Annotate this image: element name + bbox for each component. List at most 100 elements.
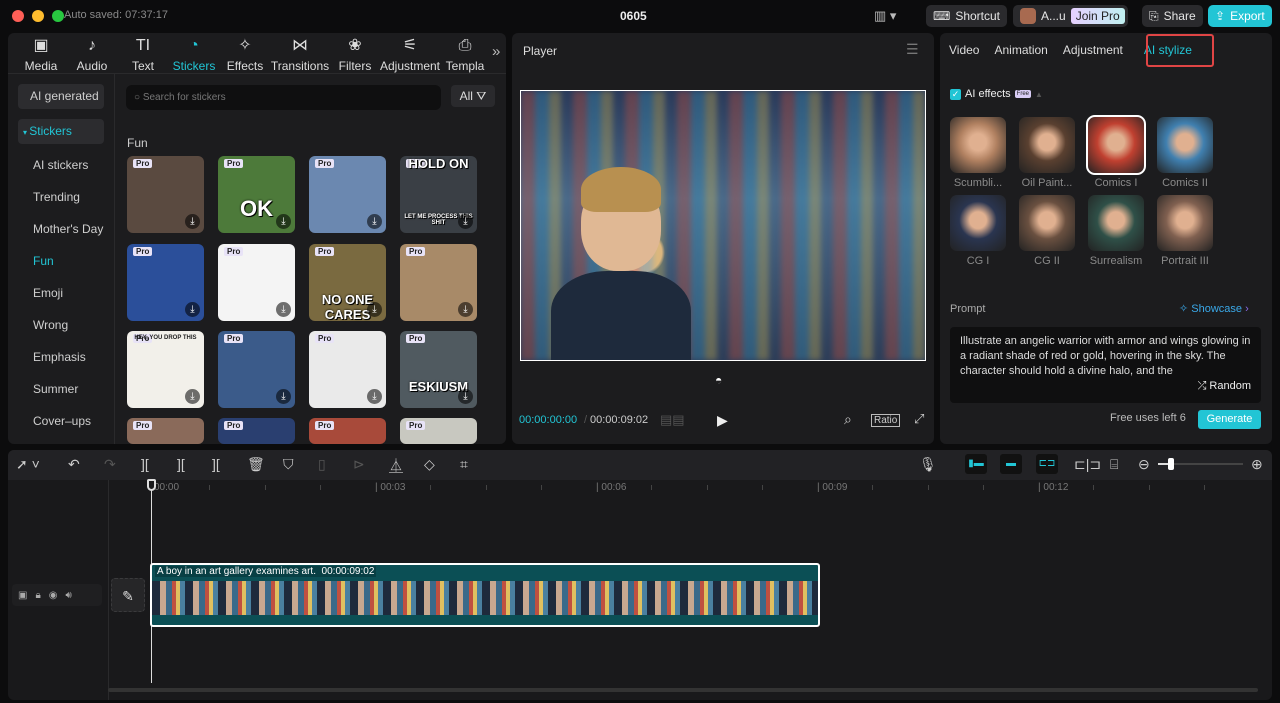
zoom-in-icon[interactable]: ⊕	[1251, 456, 1263, 473]
sidebar-item[interactable]: Emphasis	[18, 345, 104, 370]
join-pro-button[interactable]: Join Pro	[1070, 8, 1125, 24]
download-icon[interactable]: ⤓	[276, 389, 291, 404]
split-right-icon[interactable]: ][	[212, 456, 220, 472]
download-icon[interactable]: ⤓	[367, 389, 382, 404]
tab-animation[interactable]: Animation	[994, 43, 1058, 57]
close-window-button[interactable]	[12, 10, 24, 22]
ratio-button[interactable]: Ratio	[871, 414, 901, 427]
mirror-icon[interactable]: ⏅	[389, 456, 403, 476]
showcase-link[interactable]: ✧ Showcase ›	[1179, 302, 1249, 315]
download-icon[interactable]: ⤓	[367, 214, 382, 229]
sidebar-item[interactable]: Cover–ups	[18, 409, 104, 434]
download-icon[interactable]: ⤓	[367, 302, 382, 317]
effect-item[interactable]: CG II	[1019, 195, 1075, 267]
share-button[interactable]: ⎘ Share	[1142, 5, 1203, 27]
sticker-item[interactable]: Pro ⤓	[400, 244, 477, 321]
sidebar-item[interactable]: Summer	[18, 377, 104, 402]
menu-icon[interactable]: ☰	[906, 41, 919, 58]
sidebar-item[interactable]: Emoji	[18, 281, 104, 306]
playhead-handle[interactable]	[147, 479, 156, 491]
auto-snap-icon[interactable]: ▬	[1000, 454, 1022, 474]
edit-cover-button[interactable]: ✎	[111, 578, 145, 612]
sticker-item[interactable]: Pro ⤓	[218, 244, 295, 321]
filter-button[interactable]: All ⛛	[451, 85, 495, 107]
redo-icon[interactable]: ↷	[104, 456, 116, 473]
tab-adjustment[interactable]: Adjustment	[1063, 43, 1134, 57]
volume-icon[interactable]: 🔊︎	[66, 590, 72, 601]
sticker-item[interactable]: Pro ⤓	[127, 244, 204, 321]
play-button[interactable]: ▶	[717, 412, 728, 429]
ai-effects-checkbox[interactable]: ✓	[950, 88, 961, 100]
random-button[interactable]: ⤮ Random	[960, 379, 1251, 394]
reverse-icon[interactable]: ⊳	[353, 456, 365, 473]
sidebar-item[interactable]: Mother's Day	[18, 217, 104, 242]
sticker-item[interactable]: Pro	[218, 418, 295, 444]
timeline-scrollbar[interactable]	[108, 688, 1258, 692]
sticker-item[interactable]: Pro ⤓	[218, 331, 295, 408]
sticker-item[interactable]: Pro NO ONE CARES ⤓	[309, 244, 386, 321]
effect-item[interactable]: Comics I	[1086, 115, 1146, 189]
download-icon[interactable]: ⤓	[185, 214, 200, 229]
shortcut-button[interactable]: ⌨ Shortcut	[926, 5, 1008, 27]
download-icon[interactable]: ⤓	[185, 302, 200, 317]
download-icon[interactable]: ⤓	[185, 389, 200, 404]
download-icon[interactable]: ⤓	[458, 389, 473, 404]
sidebar-item[interactable]: Trending	[18, 185, 104, 210]
rotate-handle-icon[interactable]: ◓	[715, 373, 722, 387]
sticker-item[interactable]: Pro HEY, YOU DROP THIS ⤓	[127, 331, 204, 408]
layout-icon[interactable]: ▥ ▾	[874, 8, 896, 24]
sidebar-item[interactable]: Wrong	[18, 313, 104, 338]
cover-icon[interactable]: ▣	[18, 590, 27, 601]
zoom-slider-handle[interactable]	[1167, 458, 1174, 470]
marker-icon[interactable]: ⛉	[283, 456, 294, 473]
zoom-out-icon[interactable]: ⊖	[1138, 456, 1150, 473]
rotate-icon[interactable]: ◇	[424, 456, 435, 473]
effect-item[interactable]: Surrealism	[1088, 195, 1144, 267]
split-preview-icon[interactable]: ⊏|⊐	[1074, 456, 1101, 473]
main-track-magnet-icon[interactable]: ▮▬	[965, 454, 987, 474]
split-icon[interactable]: ][	[141, 456, 149, 472]
sticker-item[interactable]: Pro HOLD ON LET ME PROCESS THIS SHIT ⤓	[400, 156, 477, 233]
effect-item[interactable]: Oil Paint...	[1019, 117, 1075, 189]
crop-icon[interactable]: ⌗	[460, 456, 468, 473]
tab-media[interactable]: ▣ Media	[16, 36, 66, 73]
video-preview[interactable]	[520, 90, 926, 361]
prompt-textarea[interactable]: Illustrate an angelic warrior with armor…	[950, 327, 1261, 403]
tab-audio[interactable]: ♪ Audio	[67, 36, 117, 73]
effect-item[interactable]: CG I	[950, 195, 1006, 267]
sticker-item[interactable]: Pro ⤓	[309, 156, 386, 233]
ai-effects-header[interactable]: ✓ AI effects Free ▲	[950, 88, 1043, 100]
sticker-item[interactable]: Pro	[309, 418, 386, 444]
sticker-item[interactable]: Pro ESKIUSM ⤓	[400, 331, 477, 408]
tab-stickers[interactable]: ◔ Stickers	[169, 36, 219, 73]
select-tool-icon[interactable]: ➚ ˅	[16, 456, 40, 473]
sticker-item[interactable]: Pro OK ⤓	[218, 156, 295, 233]
lock-icon[interactable]: 🔒︎	[35, 590, 40, 601]
effect-item[interactable]: Scumbli...	[950, 117, 1006, 189]
minimize-window-button[interactable]	[32, 10, 44, 22]
tab-text[interactable]: TI Text	[118, 36, 168, 73]
download-icon[interactable]: ⤓	[458, 214, 473, 229]
more-tools-button[interactable]: »	[492, 43, 500, 60]
generate-button[interactable]: Generate	[1198, 410, 1261, 429]
fullscreen-icon[interactable]: ⤢	[914, 411, 924, 427]
freeze-icon[interactable]: ▯	[318, 456, 326, 473]
tab-video[interactable]: Video	[949, 43, 990, 57]
sticker-item[interactable]: Pro ⤓	[127, 156, 204, 233]
collapse-icon[interactable]: ▲	[1035, 90, 1043, 99]
delete-icon[interactable]: 🗑	[247, 456, 265, 473]
split-left-icon[interactable]: ][	[177, 456, 185, 472]
search-input[interactable]: ○ Search for stickers	[126, 85, 441, 110]
sidebar-item[interactable]: AI stickers	[18, 153, 104, 178]
sticker-item[interactable]: Pro ⤓	[309, 331, 386, 408]
zoom-fit-icon[interactable]: ⌕	[844, 411, 852, 428]
effect-item[interactable]: Comics II	[1157, 117, 1213, 189]
tab-transitions[interactable]: ⋈ Transitions	[271, 36, 329, 73]
tab-templa[interactable]: ⎙ Templa	[440, 36, 490, 73]
timeline-zoom-fit-icon[interactable]: ⌸	[1110, 456, 1118, 473]
eye-icon[interactable]: ◉	[49, 590, 58, 601]
download-icon[interactable]: ⤓	[276, 214, 291, 229]
sidebar-item-ai-generated[interactable]: AI generated	[18, 84, 104, 109]
sidebar-item[interactable]: Fun	[18, 249, 104, 274]
effect-item[interactable]: Portrait III	[1157, 195, 1213, 267]
